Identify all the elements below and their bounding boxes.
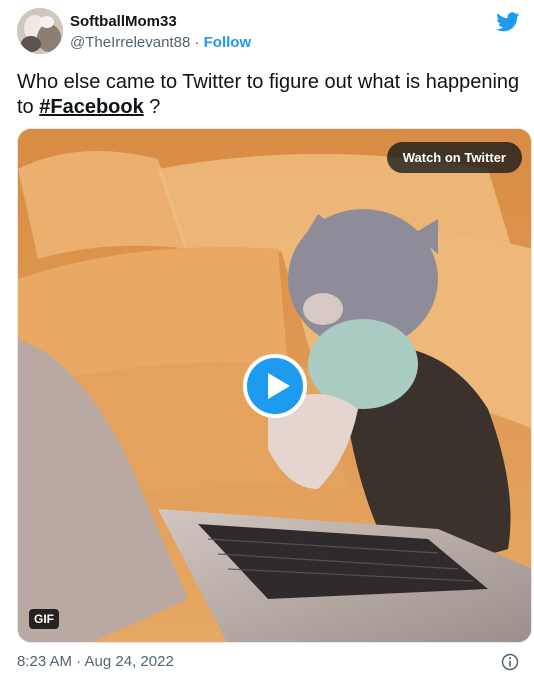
hashtag-link[interactable]: #Facebook — [39, 96, 143, 118]
gif-badge: GIF — [29, 609, 59, 629]
tweet-text-tail: ? — [143, 96, 161, 118]
author-handle-line: @TheIrrelevant88 · Follow — [70, 34, 251, 51]
twitter-bird-icon[interactable] — [496, 10, 520, 34]
watch-on-twitter-button[interactable]: Watch on Twitter — [386, 142, 522, 173]
media-gif-player[interactable]: Watch on Twitter GIF — [17, 128, 532, 643]
author-handle[interactable]: @TheIrrelevant88 — [70, 34, 190, 51]
embedded-tweet: SoftballMom33 @TheIrrelevant88 · Follow … — [0, 0, 534, 674]
author-display-name[interactable]: SoftballMom33 — [70, 13, 177, 30]
avatar[interactable] — [17, 8, 63, 54]
handle-separator: · — [190, 34, 204, 51]
follow-link[interactable]: Follow — [204, 34, 252, 51]
tweet-timestamp[interactable]: 8:23 AM · Aug 24, 2022 — [17, 653, 174, 670]
info-icon[interactable] — [500, 652, 520, 672]
play-icon[interactable] — [243, 354, 307, 418]
tweet-text: Who else came to Twitter to figure out w… — [17, 70, 522, 120]
